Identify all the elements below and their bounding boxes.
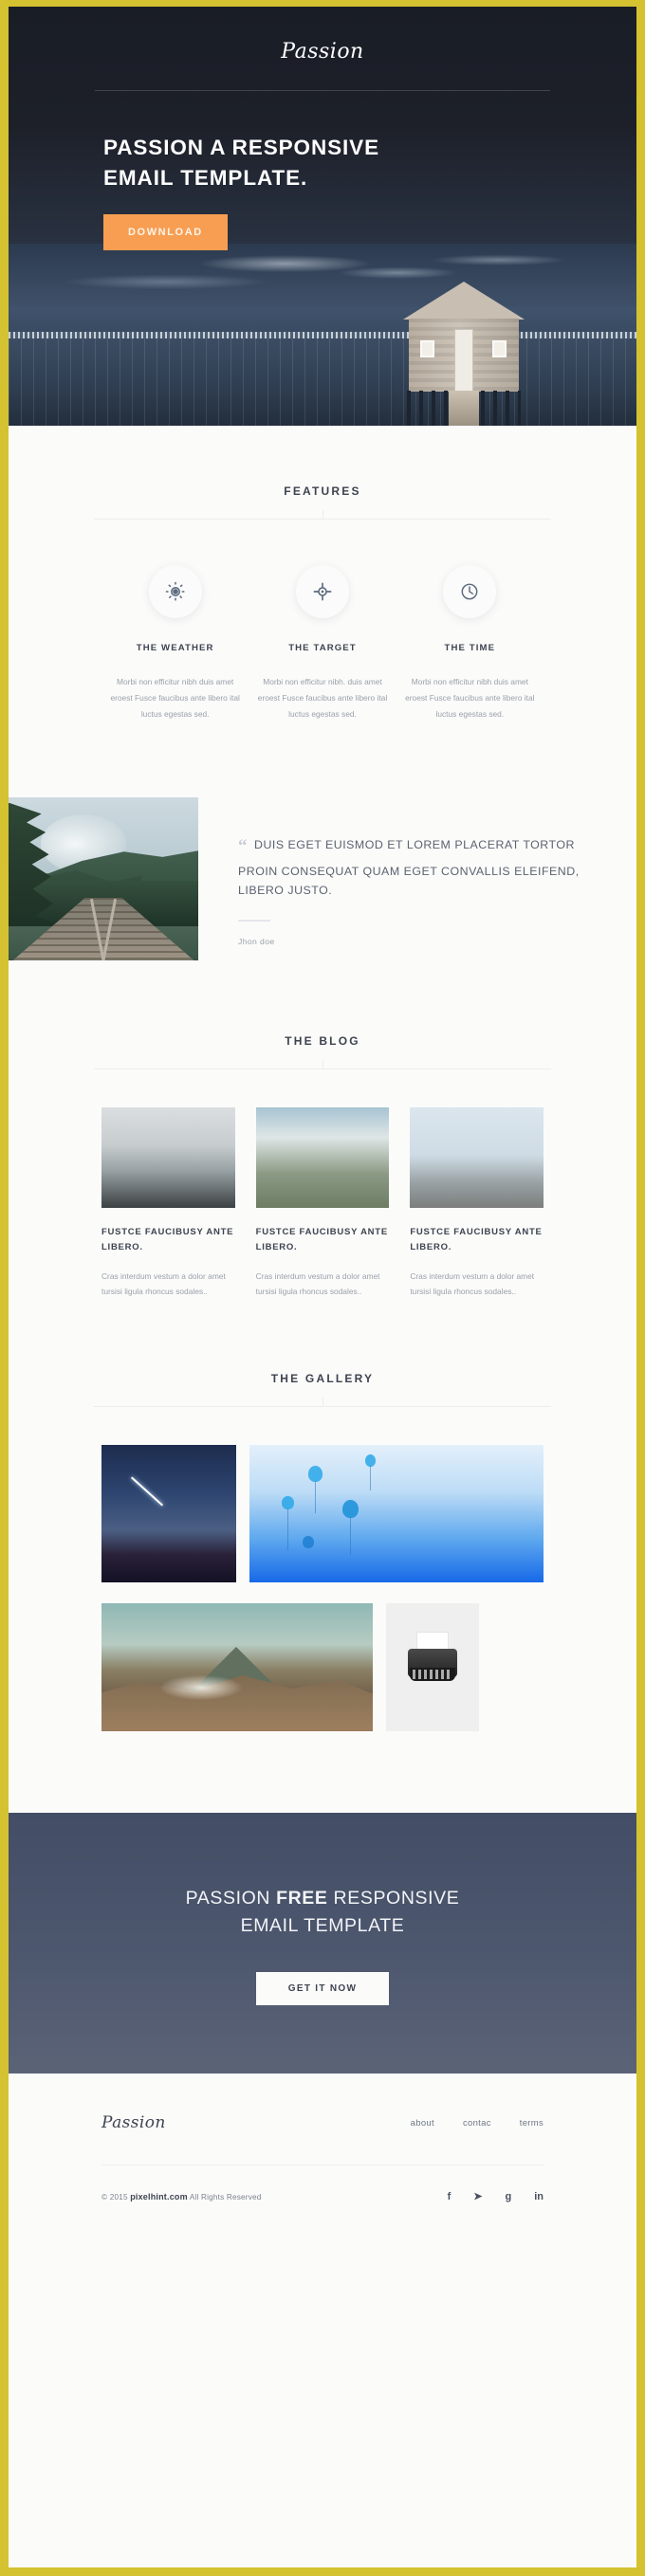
download-button[interactable]: DOWNLOAD [103, 213, 228, 250]
feature-target: THE TARGET Morbi non efficitur nibh. dui… [249, 565, 396, 723]
copyright-brand: pixelhint.com [130, 2191, 188, 2201]
feature-time: THE TIME Morbi non efficitur nibh duis a… [396, 565, 544, 723]
feature-target-text: Morbi non efficitur nibh. duis amet eroe… [257, 677, 388, 720]
hero-section: Passion PASSION A RESPONSIVE EMAIL TEMPL… [9, 7, 636, 426]
hero-brand-logo: Passion [281, 40, 364, 64]
twitter-icon[interactable]: ➤ [473, 2190, 482, 2202]
hero-title-line-1: PASSION A RESPONSIVE [103, 136, 379, 159]
gallery-image-volcano[interactable] [101, 1602, 373, 1731]
footer-top: Passion about contac terms [101, 2113, 544, 2132]
feature-weather-text: Morbi non efficitur nibh duis amet eroes… [110, 677, 240, 720]
blog-card-title: FUSTCE FAUCIBUSY ANTE LIBERO. [101, 1226, 234, 1253]
social-links: f ➤ g in [448, 2190, 544, 2203]
blog-card-title: FUSTCE FAUCIBUSY ANTE LIBERO. [255, 1226, 388, 1253]
gallery-image-jellyfish[interactable] [249, 1444, 544, 1582]
footer-bottom: © 2015 pixelhint.com All Rights Reserved… [101, 2165, 544, 2203]
blog-card-text: Cras interdum vestum a dolor amet tursis… [410, 1270, 535, 1297]
testimonial-author: Jhon doe [238, 937, 275, 947]
feature-target-label: THE TARGET [288, 643, 357, 653]
testimonial-quote: DUIS EGET EUISMOD ET LOREM PLACERAT TORT… [238, 837, 580, 898]
quote-mark-icon: “ [238, 835, 248, 856]
blog-section: THE BLOG FUSTCE FAUCIBUSY ANTE LIBERO. C… [9, 960, 636, 1300]
blog-thumbnail[interactable] [255, 1106, 390, 1208]
hero-copy: PASSION A RESPONSIVE EMAIL TEMPLATE. DOW… [9, 91, 636, 250]
gallery-image-starry-night[interactable] [101, 1444, 236, 1582]
footer-link-terms[interactable]: terms [520, 2118, 544, 2128]
blog-card-text: Cras interdum vestum a dolor amet tursis… [255, 1270, 380, 1297]
features-columns: THE WEATHER Morbi non efficitur nibh dui… [9, 520, 636, 723]
gallery-divider [94, 1397, 551, 1407]
blog-card-title: FUSTCE FAUCIBUSY ANTE LIBERO. [410, 1226, 543, 1253]
feature-weather-label: THE WEATHER [136, 643, 214, 653]
cta-title: PASSION FREE RESPONSIVE EMAIL TEMPLATE [9, 1885, 636, 1941]
google-plus-icon[interactable]: g [505, 2191, 511, 2202]
features-divider [94, 510, 551, 520]
cta-title-line-2: EMAIL TEMPLATE [240, 1914, 405, 1936]
gallery-title: THE GALLERY [270, 1371, 375, 1385]
gallery-grid [9, 1407, 636, 1731]
footer-link-contac[interactable]: contac [463, 2118, 491, 2128]
gallery-section: THE GALLERY [9, 1300, 636, 1731]
footer-brand-logo: Passion [101, 2113, 166, 2133]
footer-link-about[interactable]: about [411, 2118, 434, 2128]
cta-section: PASSION FREE RESPONSIVE EMAIL TEMPLATE G… [9, 1812, 636, 2074]
email-template-frame: Passion PASSION A RESPONSIVE EMAIL TEMPL… [0, 0, 645, 2576]
cta-title-post: RESPONSIVE [327, 1887, 460, 1909]
gallery-row [101, 1444, 544, 1582]
testimonial-body: “DUIS EGET EUISMOD ET LOREM PLACERAT TOR… [198, 797, 636, 960]
gallery-image-typewriter[interactable] [386, 1602, 479, 1731]
hero-title: PASSION A RESPONSIVE EMAIL TEMPLATE. [103, 133, 636, 193]
testimonial-text: “DUIS EGET EUISMOD ET LOREM PLACERAT TOR… [238, 831, 591, 902]
footer-nav: about contac terms [411, 2118, 544, 2128]
cta-title-pre: PASSION [185, 1887, 277, 1909]
blog-card[interactable]: FUSTCE FAUCIBUSY ANTE LIBERO. Cras inter… [101, 1106, 235, 1300]
testimonial-divider [238, 920, 270, 923]
get-it-now-button[interactable]: GET IT NOW [255, 1972, 390, 2006]
feature-time-label: THE TIME [444, 643, 496, 653]
sun-icon [148, 565, 202, 618]
footer-section: Passion about contac terms © 2015 pixelh… [9, 2074, 636, 2202]
hero-water [9, 338, 636, 426]
features-section: FEATURES THE WEATHER Morbi non efficitur… [9, 426, 636, 723]
hero-shoreline [9, 332, 636, 338]
testimonial-section: “DUIS EGET EUISMOD ET LOREM PLACERAT TOR… [9, 796, 636, 960]
crosshair-icon [295, 565, 349, 618]
feature-time-text: Morbi non efficitur nibh duis amet eroes… [405, 677, 535, 720]
copyright-text: © 2015 pixelhint.com All Rights Reserved [101, 2192, 262, 2201]
gallery-row [101, 1602, 544, 1731]
testimonial-photo [9, 796, 198, 960]
copyright-pre: © 2015 [101, 2192, 131, 2201]
copyright-post: All Rights Reserved [187, 2192, 262, 2201]
clock-icon [443, 565, 497, 618]
linkedin-icon[interactable]: in [534, 2191, 544, 2202]
blog-title: THE BLOG [285, 1033, 360, 1048]
boathouse-illustration [403, 282, 525, 426]
cta-title-bold: FREE [276, 1887, 328, 1909]
blog-card[interactable]: FUSTCE FAUCIBUSY ANTE LIBERO. Cras inter… [410, 1106, 544, 1300]
hero-title-line-2: EMAIL TEMPLATE. [103, 165, 308, 190]
blog-thumbnail[interactable] [101, 1106, 235, 1208]
features-title: FEATURES [284, 484, 361, 498]
blog-columns: FUSTCE FAUCIBUSY ANTE LIBERO. Cras inter… [9, 1069, 636, 1300]
hero-clouds [9, 244, 636, 335]
blog-card-text: Cras interdum vestum a dolor amet tursis… [101, 1270, 226, 1297]
facebook-icon[interactable]: f [448, 2191, 452, 2202]
hero-boathouse-photo [9, 244, 636, 426]
blog-card[interactable]: FUSTCE FAUCIBUSY ANTE LIBERO. Cras inter… [255, 1106, 390, 1300]
blog-thumbnail[interactable] [410, 1106, 544, 1208]
feature-weather: THE WEATHER Morbi non efficitur nibh dui… [101, 565, 249, 723]
